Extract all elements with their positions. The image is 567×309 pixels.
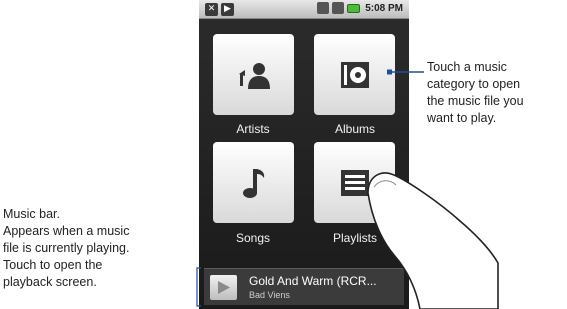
callout-line: want to play. xyxy=(427,111,497,125)
callout-line: the music file you xyxy=(427,94,524,108)
category-callout: Touch a music category to open the music… xyxy=(427,59,567,127)
callout-line: playback screen. xyxy=(3,275,97,289)
callout-line: category to open xyxy=(427,77,521,91)
callout-line: Touch a music xyxy=(427,60,507,74)
callout-line: Music bar. xyxy=(3,207,60,221)
callout-line: Appears when a music xyxy=(3,224,130,238)
music-bar-callout: Music bar. Appears when a music file is … xyxy=(3,206,193,291)
callout-line: file is currently playing. xyxy=(3,241,130,255)
callout-line: Touch to open the xyxy=(3,258,103,272)
